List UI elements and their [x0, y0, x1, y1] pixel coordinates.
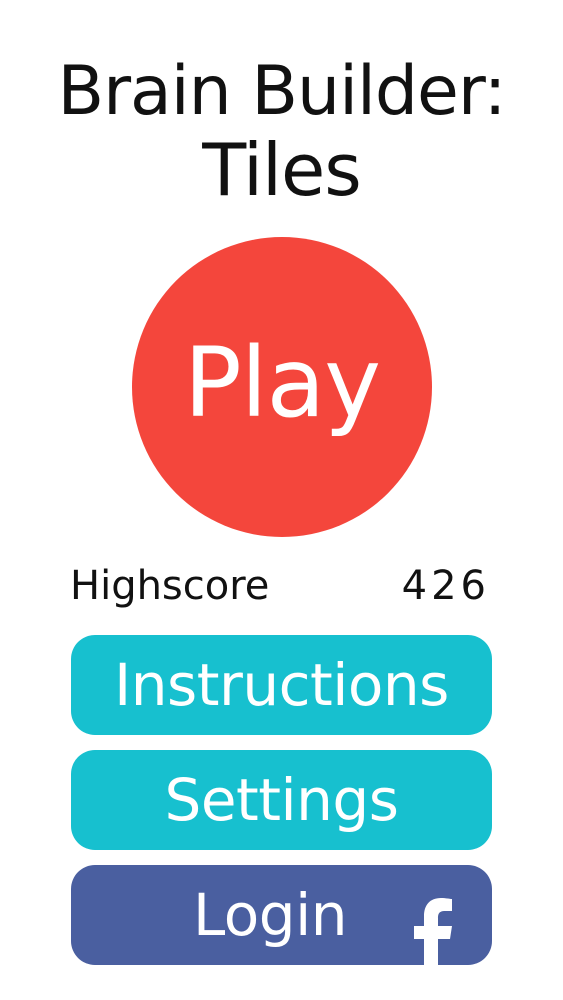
play-button[interactable]: Play [132, 237, 432, 537]
facebook-icon [414, 898, 452, 965]
login-button[interactable]: Login [71, 865, 492, 965]
settings-button-label: Settings [164, 766, 399, 834]
play-button-label: Play [183, 327, 381, 439]
app-subtitle: Tiles [202, 128, 362, 212]
settings-button[interactable]: Settings [71, 750, 492, 850]
highscore-value: 426 [401, 563, 490, 609]
login-button-label: Login [193, 881, 347, 949]
highscore-label: Highscore [70, 563, 270, 609]
app-title: Brain Builder: [57, 52, 506, 131]
instructions-button-label: Instructions [114, 651, 449, 719]
instructions-button[interactable]: Instructions [71, 635, 492, 735]
